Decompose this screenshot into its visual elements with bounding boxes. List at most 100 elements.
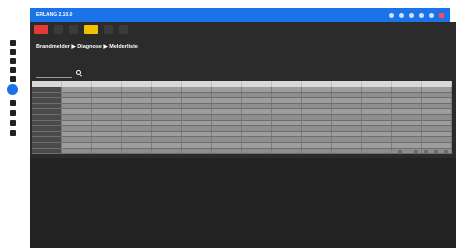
titlebar-icons xyxy=(389,12,444,18)
table-cell xyxy=(362,120,392,126)
table-cell xyxy=(212,148,242,154)
tool-d[interactable] xyxy=(119,25,128,34)
toolbar xyxy=(30,22,456,37)
table-cell xyxy=(152,92,182,98)
sidebar xyxy=(0,22,30,248)
prev-page-icon[interactable] xyxy=(424,150,428,154)
table-cell xyxy=(332,142,362,148)
tools-icon[interactable] xyxy=(10,100,16,106)
table-cell xyxy=(212,87,242,92)
table-cell xyxy=(392,142,422,148)
red-tool[interactable] xyxy=(34,25,48,34)
table-cell xyxy=(212,103,242,109)
gear-icon[interactable] xyxy=(399,12,404,18)
table-cell xyxy=(182,142,212,148)
doc-icon[interactable] xyxy=(10,110,16,116)
table-cell xyxy=(122,87,152,92)
table-cell xyxy=(62,103,92,109)
table-cell xyxy=(212,137,242,142)
table-cell xyxy=(62,114,92,120)
close-icon[interactable] xyxy=(439,12,444,18)
table-cell xyxy=(92,120,122,126)
edit-icon[interactable] xyxy=(10,120,16,126)
rows-per-page-select[interactable] xyxy=(398,150,402,154)
plus-icon[interactable] xyxy=(409,12,414,18)
table-cell xyxy=(122,120,152,126)
breadcrumb: Brandmelder ▶ Diagnose ▶ Melderliste xyxy=(36,44,138,50)
table-cell xyxy=(182,92,212,98)
lock-icon[interactable] xyxy=(10,67,16,73)
table-cell xyxy=(32,92,62,98)
table-cell xyxy=(242,120,272,126)
table-cell xyxy=(152,109,182,114)
settings-icon[interactable] xyxy=(10,58,16,64)
table-cell xyxy=(242,92,272,98)
next-page-icon[interactable] xyxy=(434,150,438,154)
table-row[interactable] xyxy=(32,148,452,155)
active-icon[interactable] xyxy=(7,84,18,95)
table-cell xyxy=(422,142,452,148)
tool-a[interactable] xyxy=(54,25,63,34)
table-cell xyxy=(62,109,92,114)
table-cell xyxy=(242,103,272,109)
table-cell xyxy=(152,131,182,137)
yellow-tool[interactable] xyxy=(84,25,98,34)
tool-c[interactable] xyxy=(104,25,113,34)
user-icon[interactable] xyxy=(419,12,424,18)
table-cell xyxy=(422,126,452,131)
table-cell xyxy=(32,142,62,148)
table-cell xyxy=(212,114,242,120)
table-cell xyxy=(92,148,122,154)
subtabs xyxy=(36,58,54,61)
table-cell xyxy=(182,131,212,137)
table-cell xyxy=(152,114,182,120)
table-cell xyxy=(122,137,152,142)
table-cell xyxy=(62,87,92,92)
table-cell xyxy=(242,114,272,120)
list-icon[interactable] xyxy=(10,49,16,55)
table-cell xyxy=(242,126,272,131)
search-input[interactable] xyxy=(36,71,72,78)
table-cell xyxy=(122,126,152,131)
table-cell xyxy=(302,137,332,142)
tool-b[interactable] xyxy=(69,25,78,34)
table-cell xyxy=(182,137,212,142)
main-panel: Brandmelder ▶ Diagnose ▶ Melderliste xyxy=(30,22,456,248)
table-cell xyxy=(392,98,422,103)
table-cell xyxy=(92,98,122,103)
table-cell xyxy=(62,142,92,148)
table-cell xyxy=(32,137,62,142)
table-cell xyxy=(242,87,272,92)
circle-half-icon[interactable] xyxy=(389,12,394,18)
search-icon[interactable] xyxy=(76,70,81,75)
last-page-icon[interactable] xyxy=(444,150,448,154)
table-cell xyxy=(212,126,242,131)
table-cell xyxy=(92,137,122,142)
first-page-icon[interactable] xyxy=(414,150,418,154)
table-cell xyxy=(212,120,242,126)
power-icon[interactable] xyxy=(429,12,434,18)
table-cell xyxy=(32,131,62,137)
table-cell xyxy=(152,137,182,142)
table-cell xyxy=(272,131,302,137)
table-cell xyxy=(122,103,152,109)
table-body xyxy=(32,87,452,155)
app-window: ERLANG 2.10.0 Brandmelder ▶ Diagnose ▶ M… xyxy=(0,0,456,248)
table-cell xyxy=(392,109,422,114)
table-cell xyxy=(32,114,62,120)
table-cell xyxy=(302,103,332,109)
table-cell xyxy=(302,126,332,131)
table-cell xyxy=(332,103,362,109)
chart-icon[interactable] xyxy=(10,76,16,82)
table-cell xyxy=(152,126,182,131)
wrench-icon[interactable] xyxy=(10,130,16,136)
table-cell xyxy=(362,103,392,109)
table-cell xyxy=(362,131,392,137)
table-cell xyxy=(122,142,152,148)
table-cell xyxy=(92,92,122,98)
table-cell xyxy=(212,92,242,98)
table-cell xyxy=(392,114,422,120)
table-cell xyxy=(62,137,92,142)
home-icon[interactable] xyxy=(10,40,16,46)
empty-area xyxy=(30,158,456,248)
